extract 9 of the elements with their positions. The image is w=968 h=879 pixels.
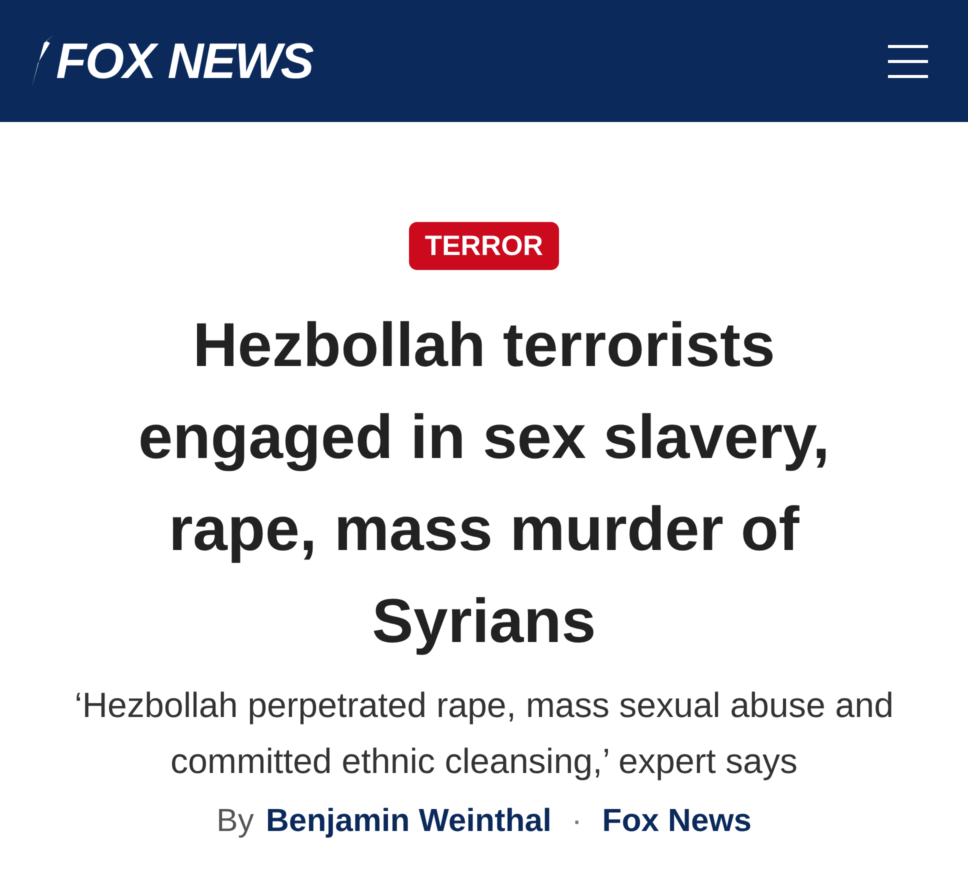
article-subheadline: ‘Hezbollah perpetrated rape, mass sexual abuse and committed ethnic cleansing,’ expert says: [73, 685, 895, 783]
menu-icon[interactable]: [888, 44, 928, 78]
article-headline: Hezbollah terrorists engaged in sex slavery, rape, mass murder of Syrians: [137, 310, 831, 658]
site-logo[interactable]: FOX NEWS: [56, 36, 313, 86]
byline-separator: ·: [571, 801, 582, 840]
source-link[interactable]: Fox News: [602, 796, 752, 844]
author-link[interactable]: Benjamin Weinthal: [266, 796, 552, 844]
category-tag[interactable]: TERROR: [408, 222, 560, 270]
byline-prefix: By: [216, 801, 254, 840]
